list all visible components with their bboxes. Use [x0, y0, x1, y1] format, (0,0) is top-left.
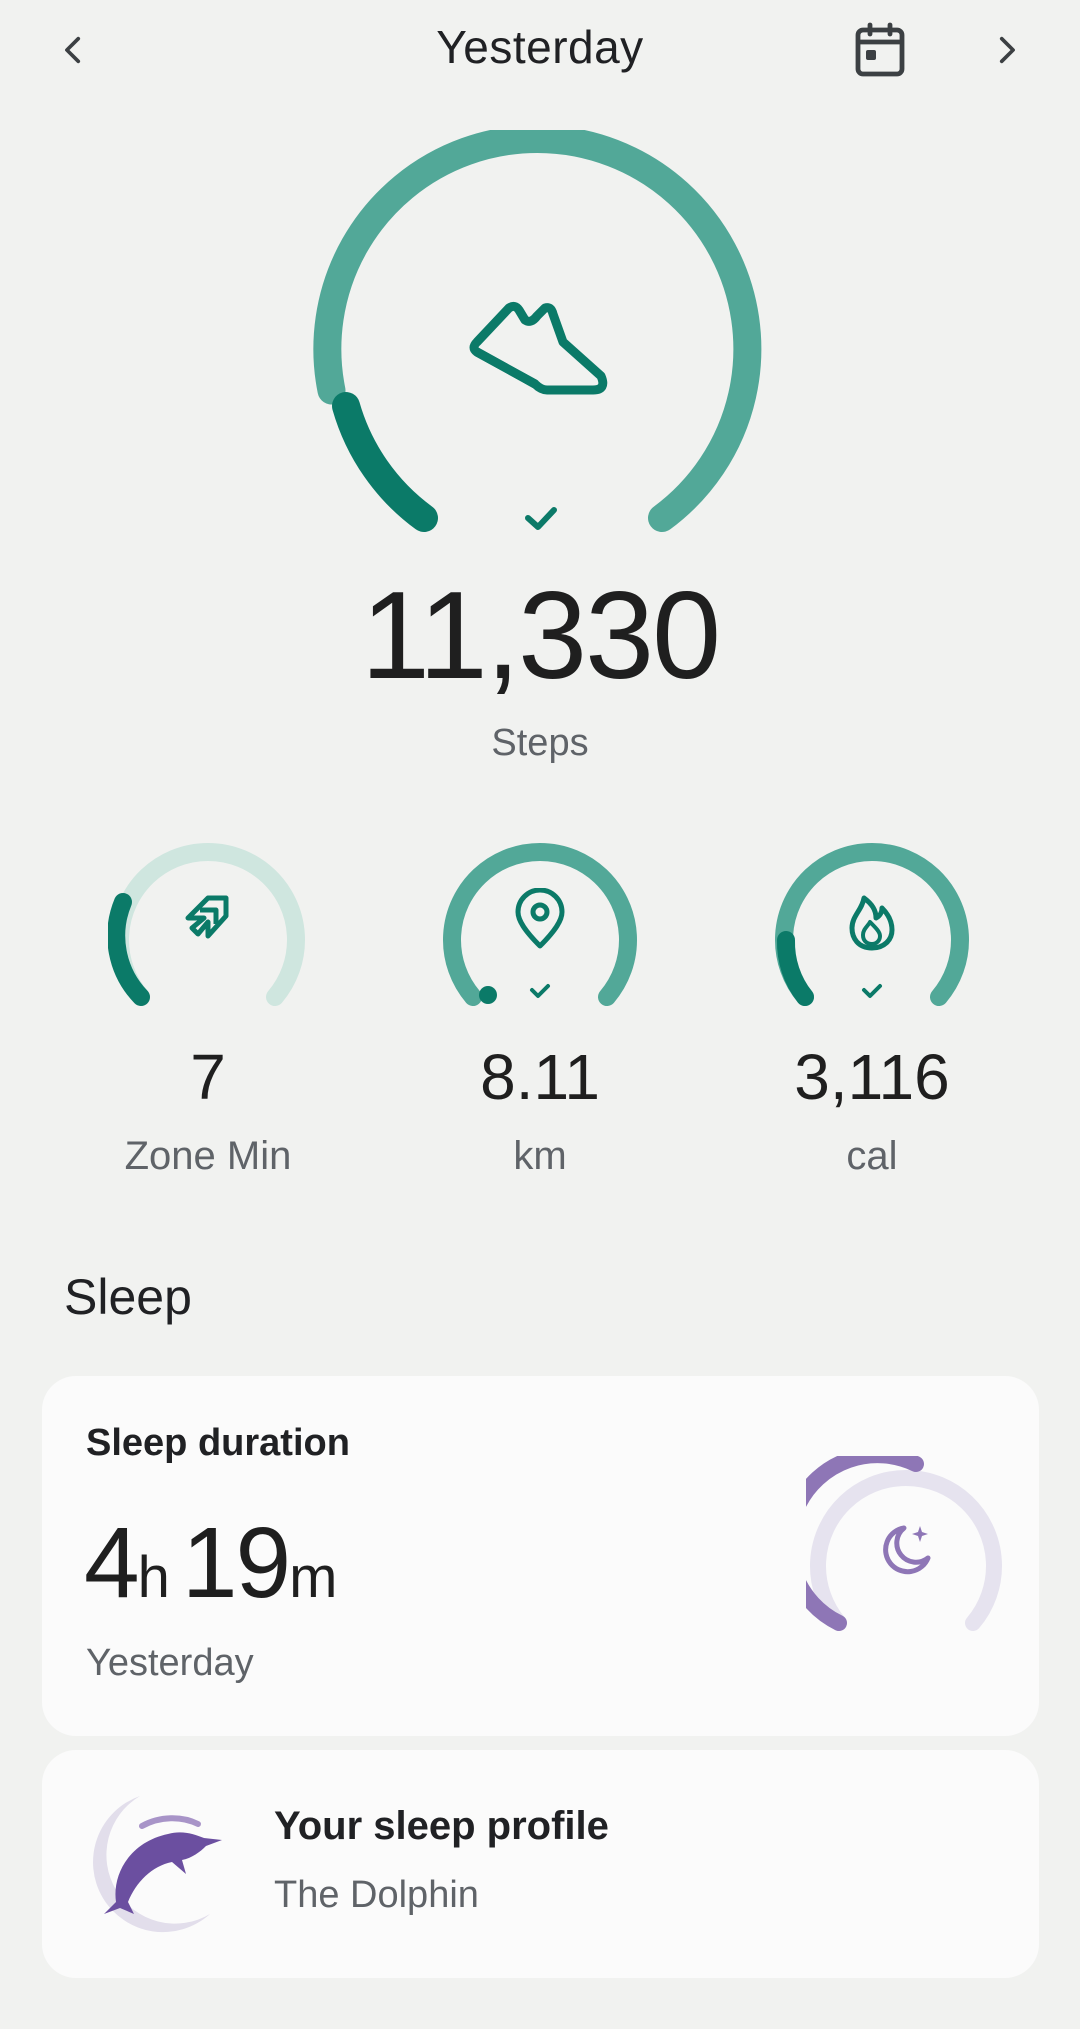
distance-ring[interactable]: [440, 830, 640, 1020]
sleep-duration-value: 4h 19m: [84, 1506, 349, 1621]
zone-min-metric: 7 Zone Min: [48, 1040, 368, 1179]
sleep-minutes-unit: m: [289, 1545, 337, 1610]
steps-label: Steps: [491, 722, 589, 764]
sleep-profile-card[interactable]: Your sleep profile The Dolphin: [42, 1750, 1039, 1978]
dolphin-icon: [93, 1796, 222, 1933]
calories-metric: 3,116 cal: [712, 1040, 1032, 1179]
calories-label: cal: [846, 1134, 898, 1178]
shoe-icon: [469, 301, 608, 395]
sleep-minutes: 19: [181, 1507, 291, 1619]
calories-ring-overflow: [776, 931, 814, 1006]
sleep-profile-title: Your sleep profile: [274, 1804, 609, 1848]
distance-label: km: [513, 1134, 567, 1178]
zone-arrows-icon: [185, 895, 229, 939]
calendar-icon: [855, 22, 905, 77]
steps-value: 11,330: [360, 567, 721, 705]
sleep-duration-card[interactable]: Sleep duration 4h 19m Yesterday: [42, 1376, 1039, 1736]
calendar-button[interactable]: [840, 10, 920, 90]
moon-stars-icon: [883, 1525, 931, 1575]
distance-value: 8.11: [480, 1041, 600, 1113]
calories-ring[interactable]: [772, 830, 972, 1020]
zone-min-ring[interactable]: [107, 830, 308, 1020]
distance-metric: 8.11 km: [380, 1040, 700, 1179]
flame-icon: [849, 895, 895, 951]
distance-check-icon: [530, 984, 550, 998]
goal-check-icon: [525, 507, 557, 530]
zone-min-value: 7: [190, 1041, 226, 1113]
next-day-button[interactable]: [966, 10, 1046, 90]
sleep-profile-value: The Dolphin: [274, 1874, 479, 1916]
zone-min-label: Zone Min: [124, 1134, 292, 1178]
sleep-duration-title: Sleep duration: [86, 1422, 350, 1464]
sleep-ring: [781, 1447, 1006, 1646]
chevron-right-icon: [999, 36, 1015, 64]
steps-ring[interactable]: [310, 124, 770, 560]
sleep-section-title: Sleep: [64, 1269, 192, 1325]
distance-ring-overflow-dot: [479, 986, 497, 1004]
sleep-date: Yesterday: [86, 1642, 254, 1684]
steps-ring-overflow: [332, 392, 438, 532]
sleep-hours-unit: h: [137, 1545, 170, 1610]
location-pin-icon: [515, 888, 565, 949]
sleep-hours: 4: [84, 1507, 140, 1619]
calories-value: 3,116: [794, 1041, 950, 1113]
calories-check-icon: [862, 984, 882, 998]
